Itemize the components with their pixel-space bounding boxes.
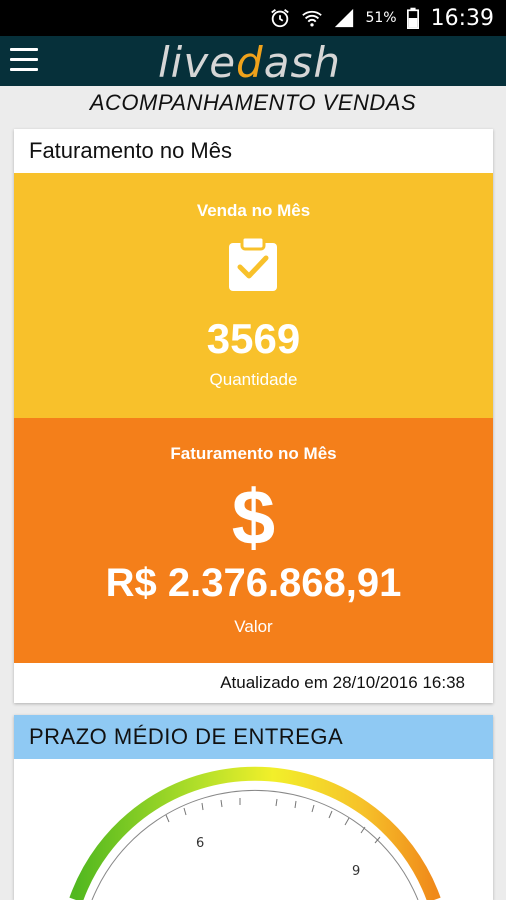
logo: livedash	[158, 38, 341, 87]
faturamento-card: Faturamento no Mês Venda no Mês 3569 Qua…	[14, 129, 493, 703]
dollar-icon: $	[231, 473, 276, 561]
revenue-tile-label: Faturamento no Mês	[170, 444, 337, 463]
gauge-tick-9: 9	[352, 864, 360, 879]
wifi-icon	[302, 10, 323, 27]
battery-icon	[406, 7, 419, 29]
revenue-tile-value: R$ 2.376.868,91	[105, 561, 402, 605]
logo-text-live: live	[158, 38, 237, 87]
sales-tile[interactable]: Venda no Mês 3569 Quantidade	[14, 173, 493, 418]
signal-icon	[335, 8, 354, 28]
alarm-icon	[271, 9, 290, 28]
sales-tile-value: 3569	[206, 315, 301, 362]
gauge-arc	[69, 766, 441, 900]
app-bar: livedash	[0, 36, 506, 87]
revenue-tile-sublabel: Valor	[234, 617, 273, 636]
gauge-tick-6: 6	[196, 836, 204, 851]
battery-percent: 51%	[365, 10, 397, 26]
prazo-card-header: PRAZO MÉDIO DE ENTREGA	[14, 715, 493, 759]
updated-timestamp: Atualizado em 28/10/2016 16:38	[220, 673, 465, 692]
logo-mark: d	[236, 38, 264, 87]
page-title: ACOMPANHAMENTO VENDAS	[89, 90, 417, 115]
logo-text-ash: ash	[263, 38, 341, 87]
status-bar: 51% 16:39	[0, 0, 506, 36]
prazo-card: PRAZO MÉDIO DE ENTREGA 6 9	[14, 715, 493, 900]
clock: 16:39	[430, 5, 494, 31]
delivery-gauge: 6 9	[69, 766, 441, 900]
sales-tile-sublabel: Quantidade	[209, 370, 298, 389]
faturamento-card-header: Faturamento no Mês	[29, 138, 232, 163]
revenue-tile[interactable]: Faturamento no Mês $ R$ 2.376.868,91 Val…	[14, 418, 493, 663]
clipboard-check-icon	[229, 235, 277, 291]
sales-tile-label: Venda no Mês	[196, 201, 311, 220]
menu-icon[interactable]	[10, 48, 38, 74]
